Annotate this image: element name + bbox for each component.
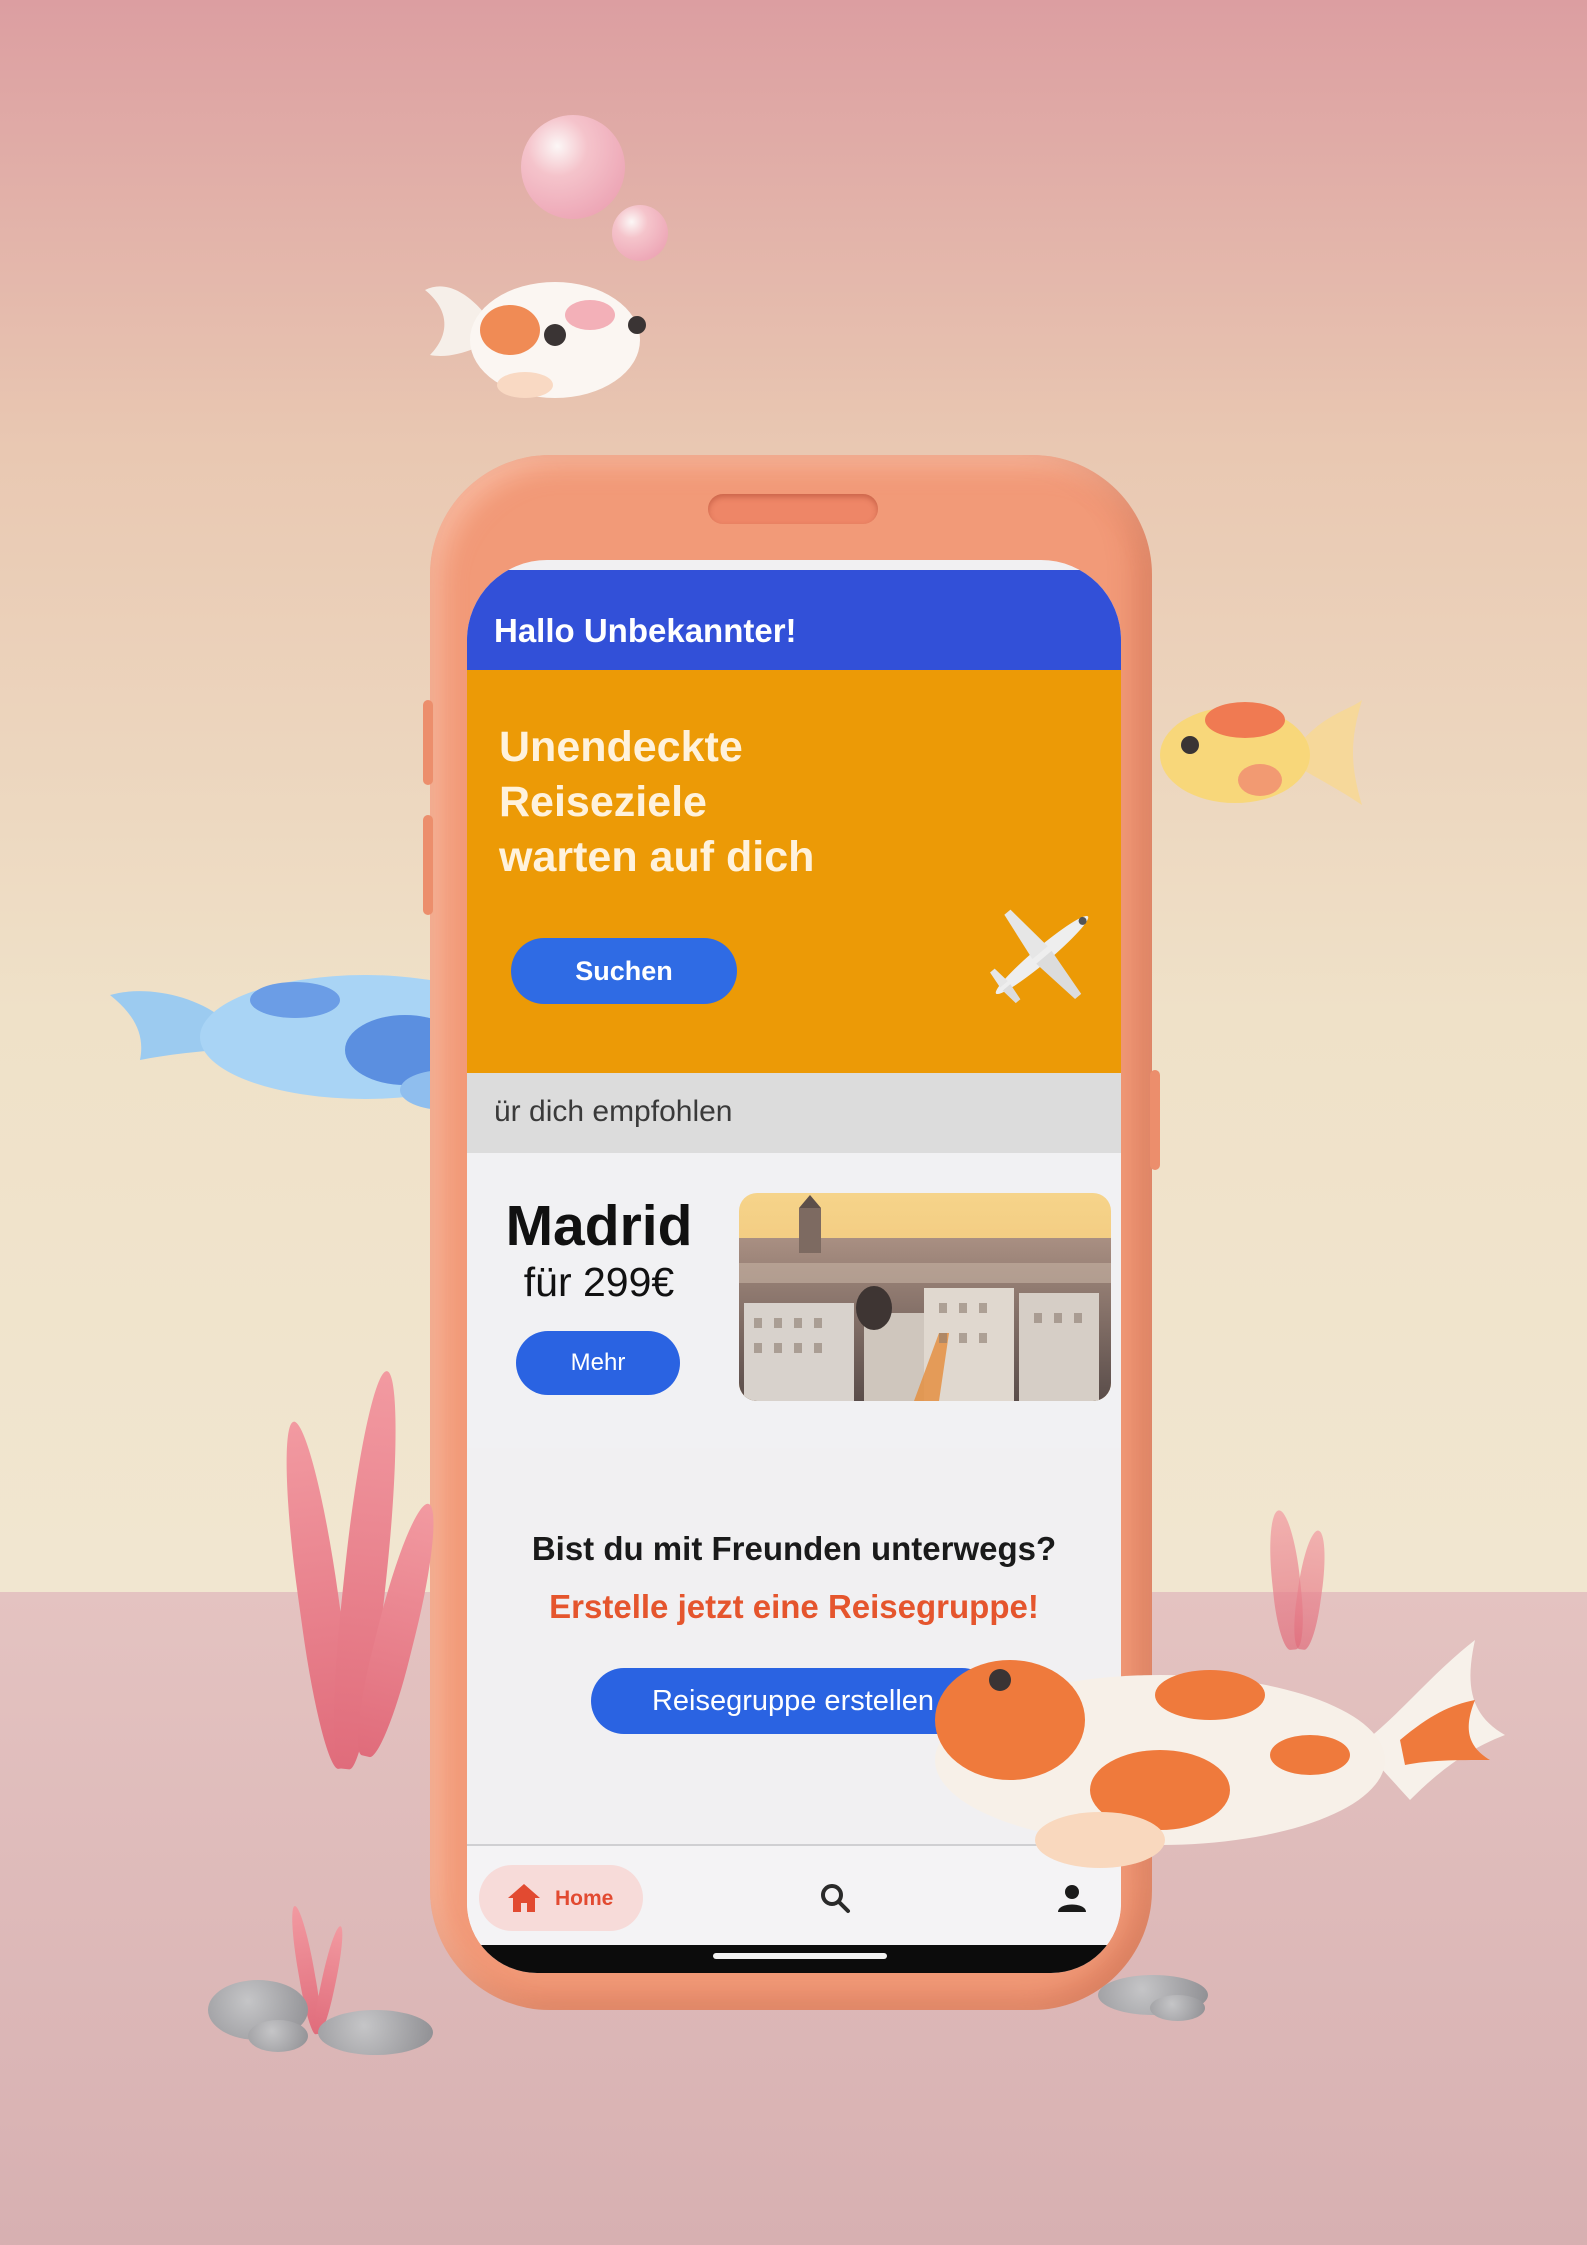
large-bubble: [521, 115, 625, 219]
phone-speaker: [708, 494, 878, 524]
recommendation-card: Madrid für 299€ Mehr: [467, 1153, 1121, 1450]
city-price: für 299€: [523, 1259, 675, 1305]
madrid-city-image: [739, 1193, 1111, 1401]
home-indicator-bar: [467, 1945, 1121, 1973]
hero-title-line: warten auf dich: [499, 833, 815, 881]
small-bubble: [612, 205, 668, 261]
hero-title-line: Reiseziele: [499, 778, 707, 826]
airplane-icon: [990, 909, 1089, 1004]
stone-decoration: [1150, 1995, 1205, 2021]
yellow-fish-decoration: [1160, 700, 1362, 805]
person-icon[interactable]: [1057, 1884, 1087, 1912]
phone-side-button-left-top: [423, 700, 433, 785]
hero-title-line: Unendeckte: [499, 723, 743, 771]
stone-decoration: [248, 2020, 308, 2052]
greeting-text: Hallo Unbekannter!: [494, 612, 797, 649]
stone-decoration: [318, 2010, 433, 2055]
search-icon[interactable]: [819, 1882, 851, 1914]
app-header: Hallo Unbekannter!: [467, 570, 1121, 670]
scene: Hallo Unbekannter! Unendeckte Reiseziele…: [0, 0, 1587, 2245]
recommended-section-label: ür dich empfohlen: [467, 1073, 1121, 1153]
section-label-text: ür dich empfohlen: [494, 1095, 733, 1128]
home-icon: [508, 1884, 540, 1912]
nav-home-tab[interactable]: Home: [479, 1865, 643, 1931]
city-name: Madrid: [505, 1194, 693, 1258]
home-indicator[interactable]: [713, 1953, 887, 1959]
hero-banner: Unendeckte Reiseziele warten auf dich Su…: [467, 670, 1121, 1073]
search-button[interactable]: Suchen: [511, 938, 737, 1004]
group-call-to-action: Erstelle jetzt eine Reisegruppe!: [549, 1588, 1039, 1625]
orange-koi-decoration: [935, 1640, 1505, 1868]
more-button[interactable]: Mehr: [516, 1331, 680, 1395]
phone-side-button-right: [1150, 1070, 1160, 1170]
hero-title: Unendeckte Reiseziele warten auf dich: [499, 720, 919, 885]
nav-home-label: Home: [555, 1887, 614, 1910]
phone-side-button-left-bottom: [423, 815, 433, 915]
white-koi-top-decoration: [425, 282, 646, 398]
group-question: Bist du mit Freunden unterwegs?: [531, 1530, 1057, 1567]
